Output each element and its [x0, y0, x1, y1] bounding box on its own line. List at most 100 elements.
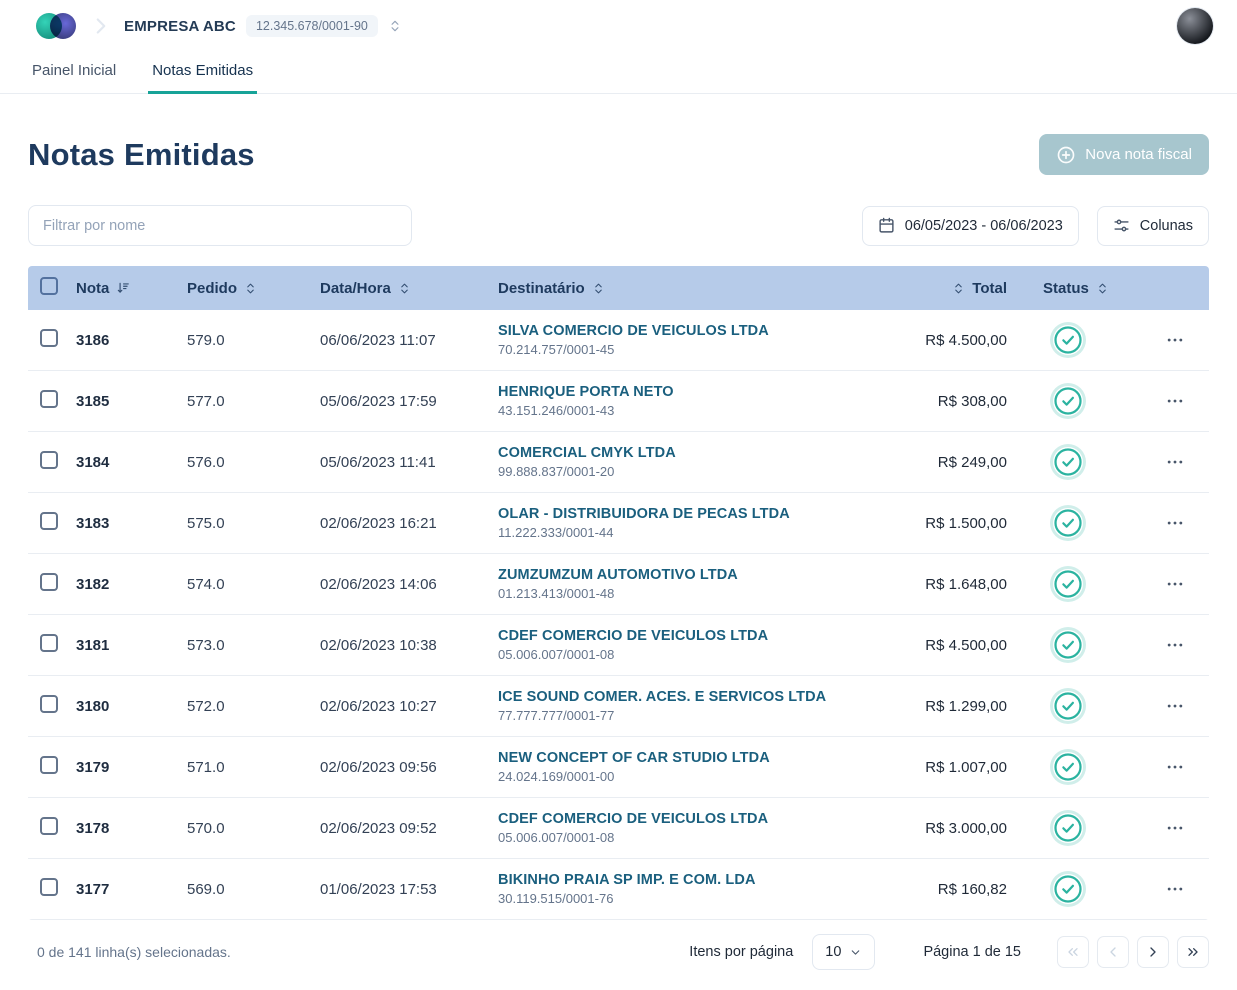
column-header-pedido[interactable]: Pedido	[187, 280, 320, 297]
previous-page-button[interactable]	[1097, 936, 1129, 968]
filter-input[interactable]	[28, 205, 412, 246]
chevrons-up-down-icon	[1096, 282, 1109, 295]
pedido-cell: 577.0	[187, 393, 320, 410]
column-header-destinatario[interactable]: Destinatário	[498, 280, 919, 297]
chevron-down-icon	[849, 946, 862, 959]
datahora-cell: 06/06/2023 11:07	[320, 332, 498, 349]
table-body: 3186 579.0 06/06/2023 11:07 SILVA COMERC…	[28, 310, 1209, 920]
first-page-button[interactable]	[1057, 936, 1089, 968]
next-page-button[interactable]	[1137, 936, 1169, 968]
chevrons-up-down-icon	[244, 282, 257, 295]
row-checkbox[interactable]	[40, 756, 58, 774]
row-checkbox[interactable]	[40, 512, 58, 530]
destinatario-cnpj: 30.119.515/0001-76	[498, 891, 919, 906]
table-header-row: Nota Pedido Data/Hora Destinatário	[28, 266, 1209, 310]
company-name: EMPRESA ABC	[124, 18, 236, 35]
destinatario-cnpj: 05.006.007/0001-08	[498, 830, 919, 845]
total-cell: R$ 1.500,00	[919, 515, 1023, 532]
destinatario-name[interactable]: OLAR - DISTRIBUIDORA DE PECAS LTDA	[498, 506, 919, 522]
destinatario-cnpj: 99.888.837/0001-20	[498, 464, 919, 479]
columns-button[interactable]: Colunas	[1097, 206, 1209, 246]
calendar-icon	[878, 217, 895, 234]
row-actions-button[interactable]	[1159, 812, 1191, 844]
destinatario-name[interactable]: ICE SOUND COMER. ACES. E SERVICOS LTDA	[498, 689, 919, 705]
row-checkbox[interactable]	[40, 634, 58, 652]
row-checkbox[interactable]	[40, 451, 58, 469]
table-row: 3186 579.0 06/06/2023 11:07 SILVA COMERC…	[28, 310, 1209, 371]
user-avatar[interactable]	[1177, 8, 1213, 44]
status-cell	[1023, 325, 1141, 355]
column-header-nota[interactable]: Nota	[76, 280, 187, 297]
row-actions-button[interactable]	[1159, 568, 1191, 600]
destinatario-name[interactable]: NEW CONCEPT OF CAR STUDIO LTDA	[498, 750, 919, 766]
destinatario-name[interactable]: CDEF COMERCIO DE VEICULOS LTDA	[498, 628, 919, 644]
nota-cell: 3180	[76, 698, 187, 715]
status-cell	[1023, 752, 1141, 782]
sliders-icon	[1113, 217, 1130, 234]
datahora-cell: 02/06/2023 09:56	[320, 759, 498, 776]
total-cell: R$ 1.648,00	[919, 576, 1023, 593]
company-tax-id-badge: 12.345.678/0001-90	[246, 15, 378, 37]
row-checkbox[interactable]	[40, 695, 58, 713]
column-header-datahora[interactable]: Data/Hora	[320, 280, 498, 297]
datahora-cell: 05/06/2023 11:41	[320, 454, 498, 471]
row-actions-button[interactable]	[1159, 324, 1191, 356]
column-header-total[interactable]: Total	[919, 280, 1023, 297]
table-row: 3185 577.0 05/06/2023 17:59 HENRIQUE POR…	[28, 371, 1209, 432]
column-label: Nota	[76, 280, 109, 297]
row-checkbox[interactable]	[40, 329, 58, 347]
destinatario-name[interactable]: COMERCIAL CMYK LTDA	[498, 445, 919, 461]
date-range-label: 06/05/2023 - 06/06/2023	[905, 218, 1063, 234]
company-selector[interactable]: EMPRESA ABC 12.345.678/0001-90	[124, 15, 402, 37]
row-actions-button[interactable]	[1159, 751, 1191, 783]
tab-notas-emitidas[interactable]: Notas Emitidas	[148, 52, 257, 94]
destinatario-name[interactable]: SILVA COMERCIO DE VEICULOS LTDA	[498, 323, 919, 339]
items-per-page-select[interactable]: 10	[812, 934, 875, 970]
destinatario-name[interactable]: CDEF COMERCIO DE VEICULOS LTDA	[498, 811, 919, 827]
table-row: 3181 573.0 02/06/2023 10:38 CDEF COMERCI…	[28, 615, 1209, 676]
row-actions-button[interactable]	[1159, 873, 1191, 905]
pagination	[1057, 936, 1209, 968]
status-cell	[1023, 386, 1141, 416]
destinatario-cell: NEW CONCEPT OF CAR STUDIO LTDA 24.024.16…	[498, 750, 919, 784]
row-checkbox[interactable]	[40, 390, 58, 408]
status-check-circle-icon	[1053, 630, 1083, 660]
destinatario-name[interactable]: ZUMZUMZUM AUTOMOTIVO LTDA	[498, 567, 919, 583]
table-row: 3183 575.0 02/06/2023 16:21 OLAR - DISTR…	[28, 493, 1209, 554]
status-check-circle-icon	[1053, 691, 1083, 721]
select-all-checkbox[interactable]	[40, 277, 58, 295]
destinatario-name[interactable]: HENRIQUE PORTA NETO	[498, 384, 919, 400]
row-checkbox[interactable]	[40, 817, 58, 835]
last-page-button[interactable]	[1177, 936, 1209, 968]
total-cell: R$ 308,00	[919, 393, 1023, 410]
pedido-cell: 575.0	[187, 515, 320, 532]
columns-label: Colunas	[1140, 218, 1193, 234]
nota-cell: 3181	[76, 637, 187, 654]
row-actions-button[interactable]	[1159, 446, 1191, 478]
row-actions-button[interactable]	[1159, 385, 1191, 417]
row-checkbox[interactable]	[40, 573, 58, 591]
new-invoice-label: Nova nota fiscal	[1085, 146, 1192, 163]
column-label: Status	[1043, 280, 1089, 297]
new-invoice-button[interactable]: Nova nota fiscal	[1039, 134, 1209, 175]
status-check-circle-icon	[1053, 813, 1083, 843]
column-label: Destinatário	[498, 280, 585, 297]
nota-cell: 3177	[76, 881, 187, 898]
pedido-cell: 569.0	[187, 881, 320, 898]
row-actions-button[interactable]	[1159, 690, 1191, 722]
row-checkbox[interactable]	[40, 878, 58, 896]
date-range-button[interactable]: 06/05/2023 - 06/06/2023	[862, 206, 1079, 246]
table-row: 3184 576.0 05/06/2023 11:41 COMERCIAL CM…	[28, 432, 1209, 493]
total-cell: R$ 160,82	[919, 881, 1023, 898]
status-check-circle-icon	[1053, 325, 1083, 355]
destinatario-cell: COMERCIAL CMYK LTDA 99.888.837/0001-20	[498, 445, 919, 479]
row-actions-button[interactable]	[1159, 507, 1191, 539]
row-actions-button[interactable]	[1159, 629, 1191, 661]
destinatario-name[interactable]: BIKINHO PRAIA SP IMP. E COM. LDA	[498, 872, 919, 888]
tab-painel-inicial[interactable]: Painel Inicial	[28, 52, 120, 94]
destinatario-cnpj: 70.214.757/0001-45	[498, 342, 919, 357]
table-row: 3178 570.0 02/06/2023 09:52 CDEF COMERCI…	[28, 798, 1209, 859]
column-header-status[interactable]: Status	[1023, 280, 1141, 297]
chevrons-up-down-icon	[398, 282, 411, 295]
status-cell	[1023, 508, 1141, 538]
